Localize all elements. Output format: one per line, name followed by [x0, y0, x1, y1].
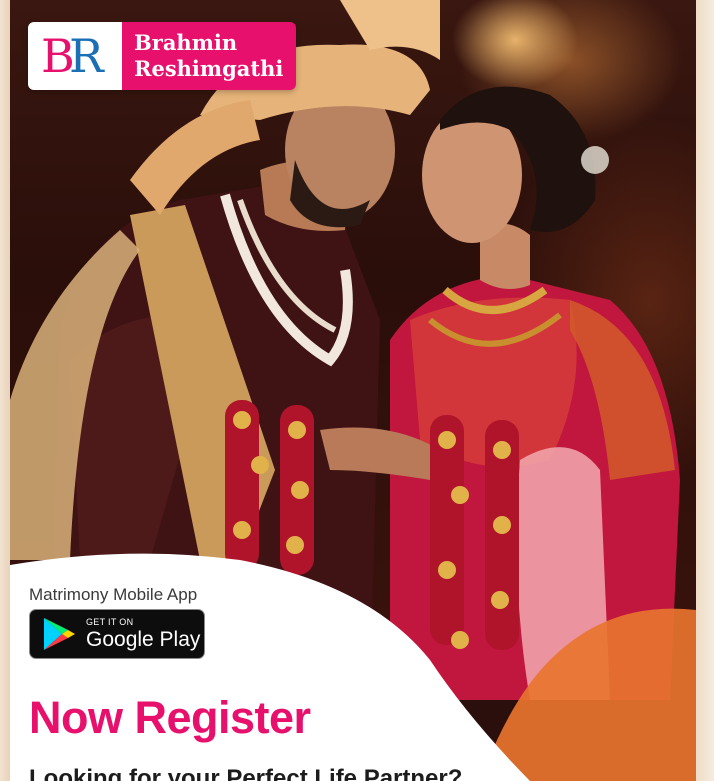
app-subtitle: Matrimony Mobile App	[29, 585, 198, 604]
store-badge-small: GET IT ON	[86, 616, 134, 627]
google-play-badge[interactable]: GET IT ON Google Play	[29, 609, 205, 659]
monogram-r: R	[69, 29, 105, 83]
google-play-icon	[44, 618, 75, 650]
right-background-strip	[696, 0, 714, 781]
brand-name: Brahmin Reshimgathi	[122, 22, 296, 90]
brand-name-line1: Brahmin	[134, 30, 238, 55]
left-background-strip	[0, 0, 10, 781]
headline: Now Register	[29, 692, 311, 743]
tagline: Looking for your Perfect Life Partner?	[29, 765, 463, 781]
store-badge-text: GET IT ON Google Play	[86, 617, 200, 652]
brand-logo[interactable]: B R Brahmin Reshimgathi	[28, 22, 296, 90]
brand-name-line2: Reshimgathi	[134, 56, 284, 81]
store-badge-big: Google Play	[86, 627, 201, 651]
promo-poster: B R Brahmin Reshimgathi Matrimony Mobile…	[10, 0, 696, 781]
br-monogram: B R	[28, 22, 122, 90]
wave-decoration	[10, 553, 696, 781]
